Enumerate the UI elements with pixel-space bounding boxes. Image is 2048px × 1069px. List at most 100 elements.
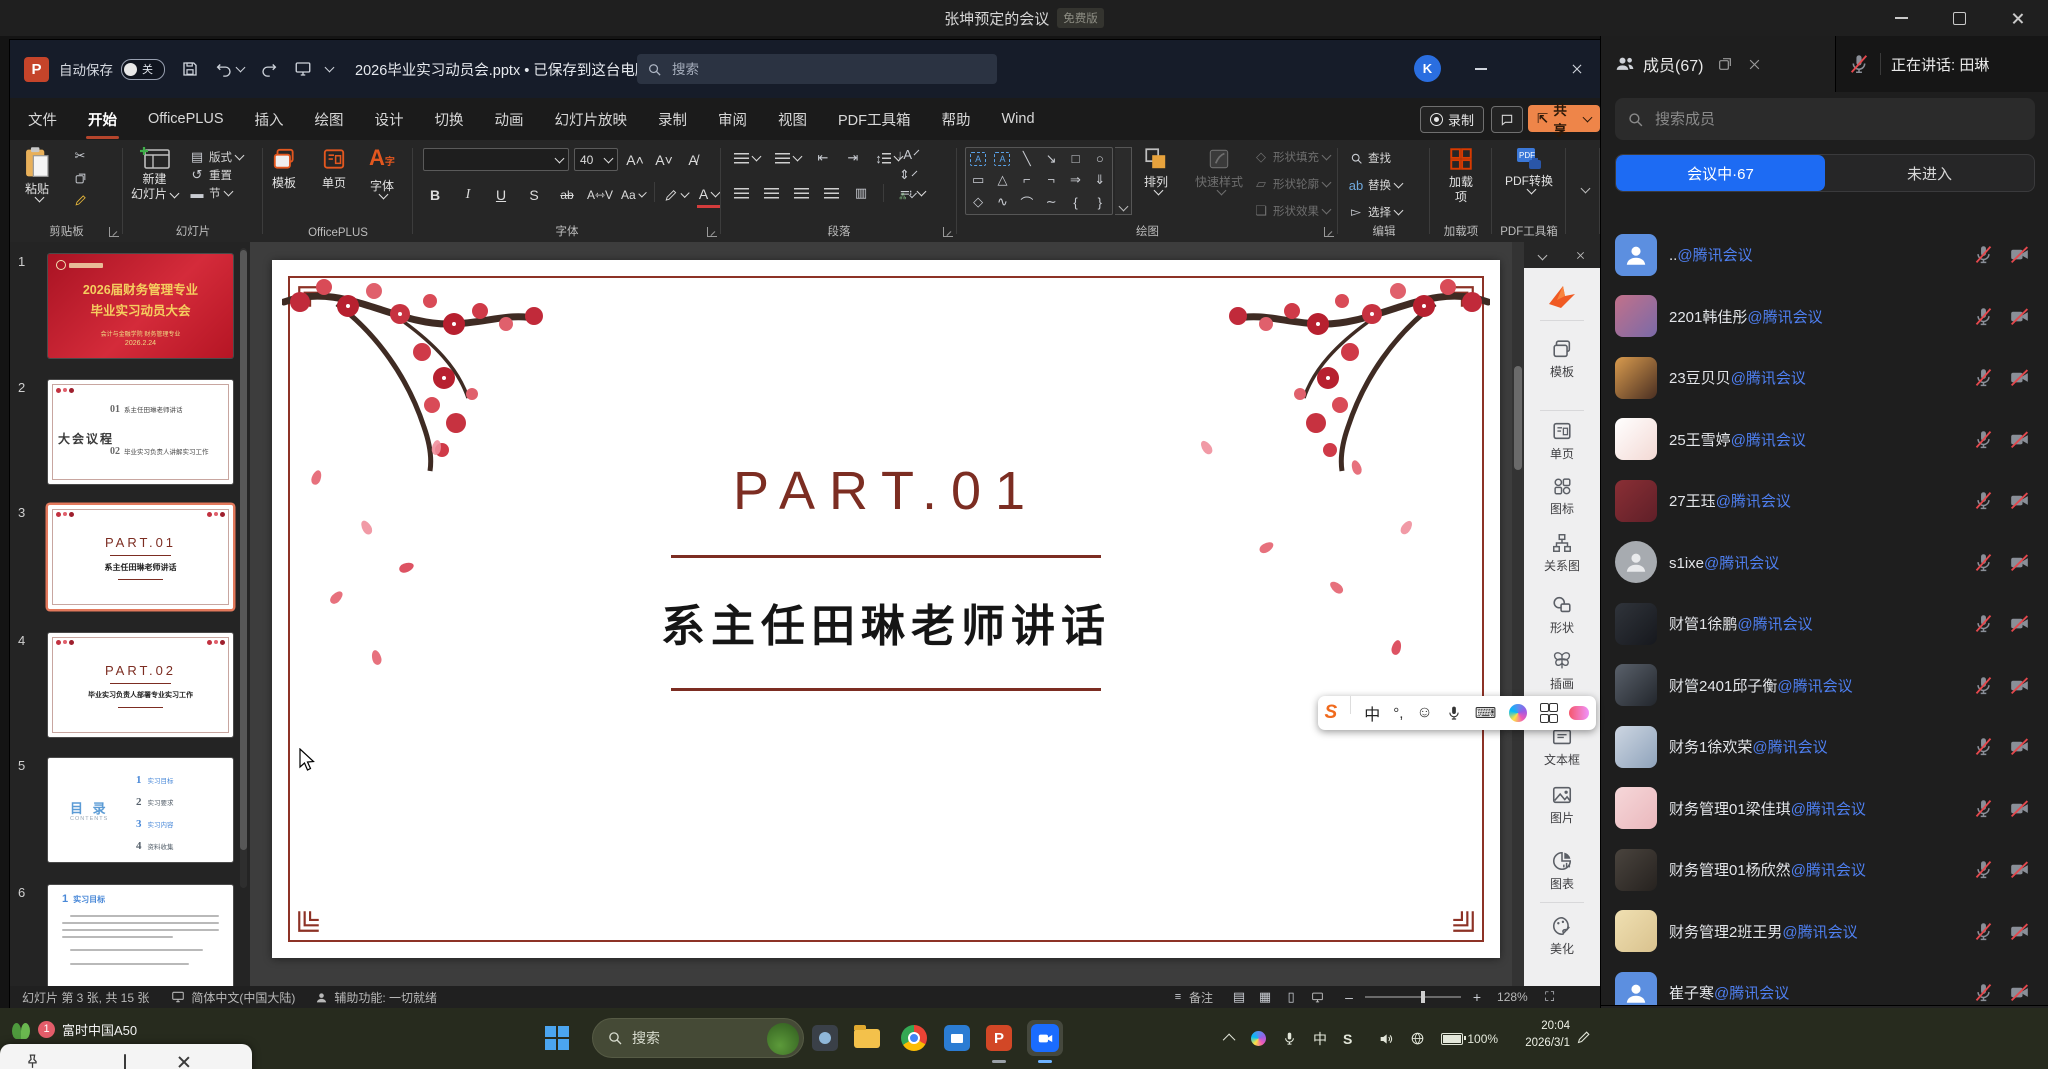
tab-pdf-toolbox[interactable]: PDF工具箱 (836, 105, 913, 134)
zoom-slider[interactable] (1365, 996, 1461, 998)
shape-outline-button[interactable]: ▱形状轮廓 (1253, 176, 1330, 192)
mic-muted-icon[interactable] (1973, 244, 1994, 265)
reset-button[interactable]: ↺重置 (189, 167, 243, 183)
ime-punctuation-icon[interactable]: °, (1393, 705, 1403, 722)
camera-off-icon[interactable] (2008, 675, 2031, 696)
slide-thumbnail-5[interactable]: 目 录 CONTENTS 1实习目标 2实习要求 3实习内容 4资料收集 (48, 758, 233, 862)
member-row[interactable]: 财管1徐鹏@腾讯会议 (1601, 593, 2048, 655)
member-row[interactable]: 财务管理01梁佳琪@腾讯会议 (1601, 778, 2048, 840)
sogou-logo-icon[interactable]: S (1325, 702, 1338, 724)
freeform-icon[interactable]: ◇ (973, 194, 983, 210)
camera-off-icon[interactable] (2008, 613, 2031, 634)
tray-sogou-icon[interactable]: S (1343, 1031, 1352, 1047)
ppt-minimize-button[interactable] (1458, 40, 1504, 98)
tray-mic-icon[interactable] (1282, 1031, 1297, 1046)
member-row[interactable]: ..@腾讯会议 (1601, 224, 2048, 286)
mic-muted-icon[interactable] (1973, 429, 1994, 450)
shapes-gallery[interactable]: A A ╲ ↘ □ ○ ▭ △ ⌐ ¬ ⇒ ⇓ ◇ ∿ ⌒ ∼ { (965, 147, 1113, 215)
camera-off-icon[interactable] (2008, 859, 2031, 880)
member-row[interactable]: 27王珏@腾讯会议 (1601, 470, 2048, 532)
tray-network-icon[interactable] (1410, 1031, 1425, 1046)
member-row[interactable]: 财务1徐欢荣@腾讯会议 (1601, 716, 2048, 778)
quick-access-dropdown-icon[interactable] (325, 63, 335, 73)
mic-muted-icon[interactable] (1973, 982, 1994, 1003)
popout-panel-icon[interactable] (1717, 56, 1733, 72)
slide-thumbnail-2[interactable]: 大会议程 01系主任田琳老师讲话 02毕业实习负责人讲解实习工作 (48, 380, 233, 484)
change-case-button[interactable]: Aa (621, 184, 645, 207)
strikethrough-button[interactable]: ab (555, 184, 579, 207)
pin-icon[interactable] (24, 1053, 41, 1069)
slide-part-title[interactable]: PART.01 (272, 460, 1500, 522)
taskbar-search[interactable]: 搜索 (592, 1018, 804, 1058)
account-avatar[interactable]: K (1414, 55, 1441, 82)
text-direction-icon[interactable]: ↓A (899, 146, 915, 162)
shadow-button[interactable]: S (522, 184, 546, 207)
member-search-box[interactable] (1615, 98, 2035, 140)
arrange-button[interactable]: 排列 (1143, 146, 1169, 194)
search-input[interactable] (670, 61, 964, 78)
tab-slideshow[interactable]: 幻灯片放映 (553, 105, 630, 134)
tray-color-icon[interactable] (1251, 1031, 1266, 1046)
elbow-arrow-icon[interactable]: ¬ (1047, 172, 1055, 187)
section-button[interactable]: ▬节 (189, 185, 243, 201)
smartart-convert-icon[interactable] (899, 188, 915, 204)
line-icon[interactable]: ╲ (1023, 151, 1031, 167)
undo-dropdown-icon[interactable] (236, 63, 246, 73)
mic-muted-icon[interactable] (1848, 53, 1870, 75)
sidebar-item-shapes[interactable]: 形状 (1524, 594, 1600, 636)
notes-button[interactable]: 备注 (1189, 989, 1213, 1006)
left-brace-icon[interactable]: { (1073, 195, 1077, 210)
start-slideshow-icon[interactable] (294, 60, 312, 78)
officeplus-font-button[interactable]: A字 字体 (369, 146, 395, 198)
mic-muted-icon[interactable] (1973, 736, 1994, 757)
character-spacing-button[interactable]: A⇿V (588, 184, 612, 207)
taskbar-app-powerpoint[interactable]: P (981, 1020, 1017, 1056)
tab-animations[interactable]: 动画 (493, 105, 526, 134)
display-settings-icon[interactable] (171, 990, 185, 1004)
close-panel-icon[interactable] (1747, 57, 1762, 72)
underline-button[interactable]: U (489, 184, 513, 207)
ime-color-tool-icon[interactable] (1509, 704, 1527, 722)
paste-button[interactable]: 粘贴 (22, 146, 52, 201)
ime-toolbox-icon[interactable] (1540, 703, 1556, 723)
taskbar-app-blue[interactable] (939, 1020, 975, 1056)
tab-insert[interactable]: 插入 (253, 105, 286, 134)
bullets-icon[interactable] (733, 150, 749, 166)
reading-view-icon[interactable]: ▯ (1283, 989, 1299, 1005)
ime-chinese-mode-icon[interactable]: 中 (1364, 701, 1380, 725)
sidebar-item-image[interactable]: 图片 (1524, 784, 1600, 826)
sidebar-item-chart[interactable]: 图表 (1524, 850, 1600, 892)
sidebar-item-diagram[interactable]: 关系图 (1524, 532, 1600, 574)
quick-styles-button[interactable]: 快速样式 (1195, 146, 1243, 194)
tab-help[interactable]: 帮助 (940, 105, 973, 134)
shapes-gallery-more[interactable] (1115, 147, 1132, 215)
ppt-restore-button[interactable] (1506, 40, 1552, 98)
member-search-input[interactable] (1653, 110, 1997, 129)
ppt-search-box[interactable] (637, 54, 997, 84)
scribble-icon[interactable]: ∿ (997, 194, 1008, 210)
sidebar-item-icons[interactable]: 图标 (1524, 475, 1600, 517)
taskbar-app-meeting[interactable] (1027, 1020, 1063, 1056)
redo-icon[interactable] (260, 60, 278, 78)
clipboard-dialog-launcher-icon[interactable] (109, 227, 119, 237)
mic-muted-icon[interactable] (1973, 490, 1994, 511)
tab-view[interactable]: 视图 (776, 105, 809, 134)
mic-muted-icon[interactable] (1973, 552, 1994, 573)
camera-off-icon[interactable] (2008, 921, 2031, 942)
slide-thumbnail-1[interactable]: 2026届财务管理专业 毕业实习动员大会 会计与金融学院 财务管理专业 2026… (48, 254, 233, 358)
sidebar-close-icon[interactable] (1575, 250, 1586, 261)
camera-off-icon[interactable] (2008, 552, 2031, 573)
officeplus-singlepage-button[interactable]: 单页 (321, 146, 347, 191)
shape-fill-button[interactable]: ◇形状填充 (1253, 149, 1330, 165)
scrollbar-thumb[interactable] (1514, 366, 1522, 470)
zoom-out-icon[interactable]: – (1341, 989, 1357, 1005)
camera-off-icon[interactable] (2008, 736, 2031, 757)
mini-maximize-icon[interactable] (124, 1055, 126, 1069)
layout-button[interactable]: ▤版式 (189, 149, 243, 165)
replace-button[interactable]: ab替换 (1348, 177, 1402, 193)
curve-icon[interactable]: ∼ (1046, 194, 1057, 210)
sidebar-item-singlepage[interactable]: 单页 (1524, 420, 1600, 462)
sidebar-item-beautify[interactable]: 美化 (1524, 915, 1600, 957)
find-button[interactable]: 查找 (1348, 150, 1402, 166)
textbox-h-icon[interactable]: A (970, 152, 986, 166)
